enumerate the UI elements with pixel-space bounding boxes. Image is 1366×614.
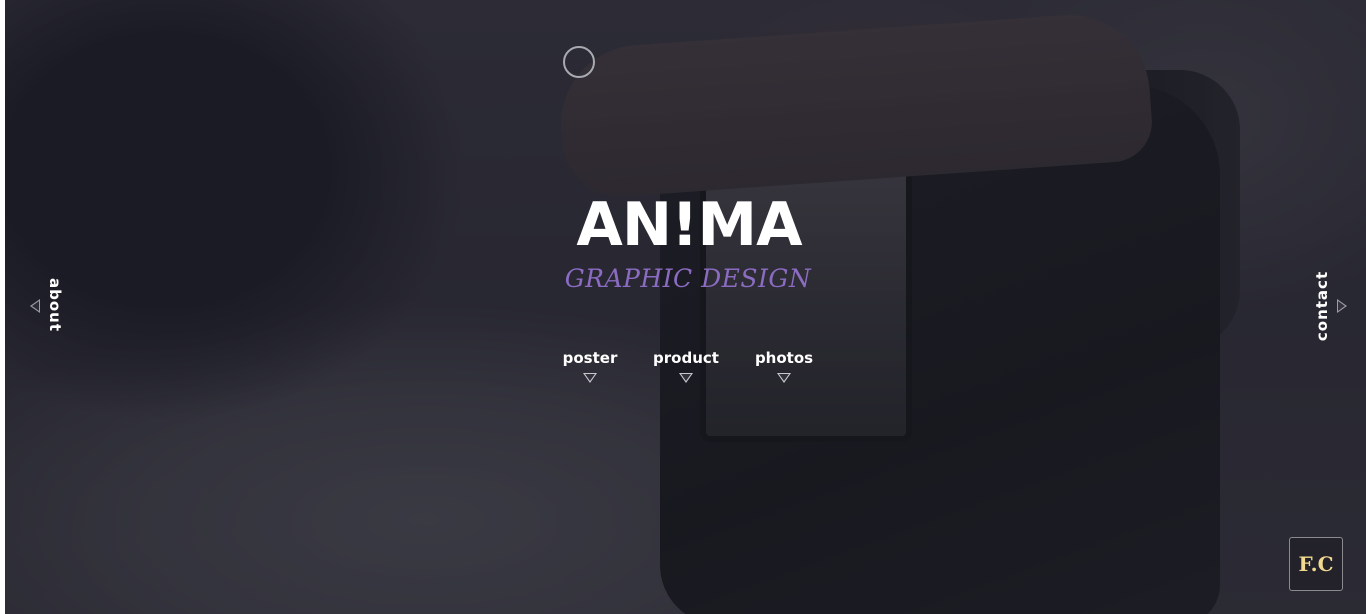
brand-title: AN!MA [576, 190, 802, 260]
contact-link[interactable]: contact [1313, 271, 1331, 341]
about-link[interactable]: about [46, 278, 64, 332]
nav-item-poster[interactable]: poster [561, 348, 619, 383]
nav-item-label: product [653, 349, 719, 367]
nav-item-label: photos [754, 349, 814, 367]
nav-item-photos[interactable]: photos [752, 348, 816, 383]
dark-overlay [5, 0, 1366, 614]
triangle-down-icon [679, 373, 693, 383]
triangle-left-icon[interactable] [30, 299, 40, 313]
triangle-down-icon [583, 373, 597, 383]
triangle-right-icon[interactable] [1337, 299, 1347, 313]
logo-badge[interactable]: F.C [1289, 537, 1343, 591]
nav-item-product[interactable]: product [650, 348, 722, 383]
landing-page: AN!MA GRAPHIC DESIGN poster product phot… [0, 0, 1366, 614]
brand-subtitle: GRAPHIC DESIGN [564, 264, 812, 293]
nav-item-label: poster [562, 349, 618, 367]
triangle-down-icon [777, 373, 791, 383]
circle-loader-icon [563, 46, 595, 78]
